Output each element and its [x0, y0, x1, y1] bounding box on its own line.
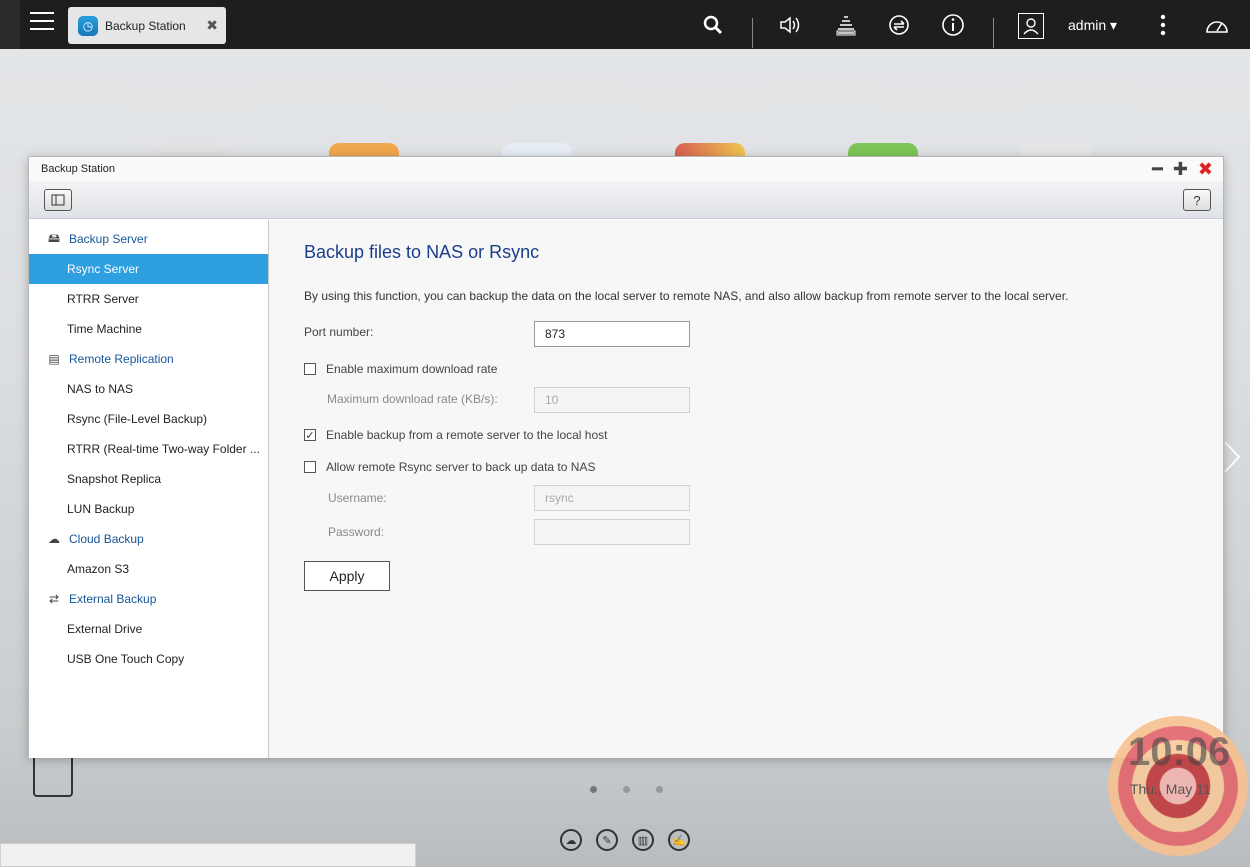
toggle-sidebar-icon[interactable] — [44, 189, 72, 211]
sidebar-group-remote-replication[interactable]: ▤ Remote Replication — [29, 344, 268, 374]
enable-max-rate-row: Enable maximum download rate — [304, 362, 497, 376]
enable-remote-backup-row: ✓ Enable backup from a remote server to … — [304, 428, 607, 442]
sidebar-group-label: Cloud Backup — [69, 532, 144, 546]
minimize-icon[interactable]: ━ — [1152, 159, 1163, 179]
username-label: Username: — [328, 491, 387, 505]
replication-icon: ▤ — [48, 352, 60, 366]
sidebar-group-backup-server[interactable]: 🖴 Backup Server — [29, 224, 268, 254]
chevron-down-icon: ▾ — [1110, 17, 1118, 33]
sidebar: 🖴 Backup Server Rsync Server RTRR Server… — [29, 220, 269, 758]
topbar-separator — [993, 18, 994, 48]
main-menu-icon[interactable] — [30, 12, 54, 32]
close-tab-icon[interactable]: ✖ — [206, 17, 218, 34]
cloud-dock-icon[interactable]: ☁ — [560, 829, 582, 851]
sidebar-group-label: Backup Server — [69, 232, 148, 246]
topbar-edge — [0, 0, 20, 49]
sidebar-item-nas-to-nas[interactable]: NAS to NAS — [29, 374, 268, 404]
max-rate-row: Maximum download rate (KB/s): — [327, 392, 498, 406]
next-page-arrow-icon[interactable] — [1222, 440, 1242, 474]
notes-dock-icon[interactable]: ✍ — [668, 829, 690, 851]
enable-remote-backup-checkbox[interactable]: ✓ — [304, 429, 316, 442]
port-row: Port number: — [304, 325, 373, 339]
top-bar: ◷ Backup Station ✖ admin ▾ — [0, 0, 1250, 49]
enable-max-rate-label: Enable maximum download rate — [326, 362, 498, 376]
backup-station-window: Backup Station ━ ✚ ✖ ? 🖴 Backup Server R… — [28, 156, 1224, 758]
dock: ☁ ✎ ▥ ✍ — [560, 829, 690, 851]
port-number-input[interactable]: 873 — [534, 321, 690, 347]
page-dot-icon[interactable] — [623, 786, 630, 793]
sidebar-item-external-drive[interactable]: External Drive — [29, 614, 268, 644]
sync-icon[interactable] — [886, 12, 912, 38]
apply-button[interactable]: Apply — [304, 561, 390, 591]
password-label: Password: — [328, 525, 385, 539]
bottom-panel — [0, 843, 416, 867]
page-title: Backup files to NAS or Rsync — [304, 242, 540, 262]
sidebar-group-label: Remote Replication — [69, 352, 174, 366]
sync-arrows-icon: ⇄ — [48, 592, 60, 606]
password-input[interactable] — [534, 519, 690, 545]
sidebar-item-snapshot-replica[interactable]: Snapshot Replica — [29, 464, 268, 494]
enable-remote-backup-label: Enable backup from a remote server to th… — [326, 428, 608, 442]
window-toolbar: ? — [29, 181, 1223, 219]
server-icon: 🖴 — [47, 230, 61, 245]
app-tab-backup-station[interactable]: ◷ Backup Station ✖ — [68, 7, 226, 44]
sidebar-item-lun-backup[interactable]: LUN Backup — [29, 494, 268, 524]
book-dock-icon[interactable]: ▥ — [632, 829, 654, 851]
allow-remote-rsync-label: Allow remote Rsync server to back up dat… — [326, 460, 596, 474]
user-icon[interactable] — [1018, 13, 1044, 39]
page-dots — [590, 786, 663, 793]
sidebar-item-amazon-s3[interactable]: Amazon S3 — [29, 554, 268, 584]
more-options-icon[interactable] — [1150, 12, 1176, 38]
username-row: Username: — [328, 491, 387, 505]
backup-station-icon: ◷ — [78, 15, 98, 36]
speaker-icon[interactable] — [778, 12, 804, 38]
sidebar-item-rtrr-server[interactable]: RTRR Server — [29, 284, 268, 314]
info-icon[interactable] — [940, 12, 966, 38]
sidebar-group-cloud-backup[interactable]: ☁ Cloud Backup — [29, 524, 268, 554]
sidebar-item-rsync-server[interactable]: Rsync Server — [29, 254, 268, 284]
sidebar-group-external-backup[interactable]: ⇄ External Backup — [29, 584, 268, 614]
help-button[interactable]: ? — [1183, 189, 1211, 211]
max-rate-input[interactable]: 10 — [534, 387, 690, 413]
username-input[interactable]: rsync — [534, 485, 690, 511]
search-icon[interactable] — [700, 12, 726, 38]
max-rate-label: Maximum download rate (KB/s): — [327, 392, 498, 406]
enable-max-rate-checkbox[interactable] — [304, 363, 316, 375]
tools-dock-icon[interactable]: ✎ — [596, 829, 618, 851]
main-content: Backup files to NAS or Rsync By using th… — [269, 220, 1223, 758]
sidebar-item-rtrr-folder[interactable]: RTRR (Real-time Two-way Folder ... — [29, 434, 268, 464]
topbar-separator — [752, 18, 753, 48]
background-tasks-icon[interactable] — [833, 12, 859, 38]
app-tab-label: Backup Station — [105, 18, 186, 33]
clock-date: Thu., May 11 — [1130, 781, 1211, 797]
user-menu[interactable]: admin ▾ — [1068, 17, 1117, 34]
desktop-widget — [33, 755, 73, 797]
password-row: Password: — [328, 525, 384, 539]
close-icon[interactable]: ✖ — [1198, 159, 1213, 179]
maximize-icon[interactable]: ✚ — [1173, 159, 1188, 179]
dashboard-gauge-icon[interactable] — [1204, 12, 1230, 38]
sidebar-item-time-machine[interactable]: Time Machine — [29, 314, 268, 344]
sidebar-group-label: External Backup — [69, 592, 157, 606]
window-titlebar[interactable]: Backup Station ━ ✚ ✖ — [29, 157, 1223, 181]
port-label: Port number: — [304, 325, 374, 339]
window-title: Backup Station — [41, 163, 115, 175]
sidebar-item-rsync-file-level[interactable]: Rsync (File-Level Backup) — [29, 404, 268, 434]
page-description: By using this function, you can backup t… — [304, 289, 1069, 303]
sidebar-item-usb-one-touch-copy[interactable]: USB One Touch Copy — [29, 644, 268, 674]
page-dot-icon[interactable] — [656, 786, 663, 793]
clock-time: 10:06 — [1128, 730, 1231, 774]
cloud-icon: ☁ — [48, 532, 60, 546]
allow-remote-rsync-row: Allow remote Rsync server to back up dat… — [304, 460, 595, 474]
allow-remote-rsync-checkbox[interactable] — [304, 461, 316, 473]
user-name: admin — [1068, 17, 1107, 33]
page-dot-icon[interactable] — [590, 786, 597, 793]
